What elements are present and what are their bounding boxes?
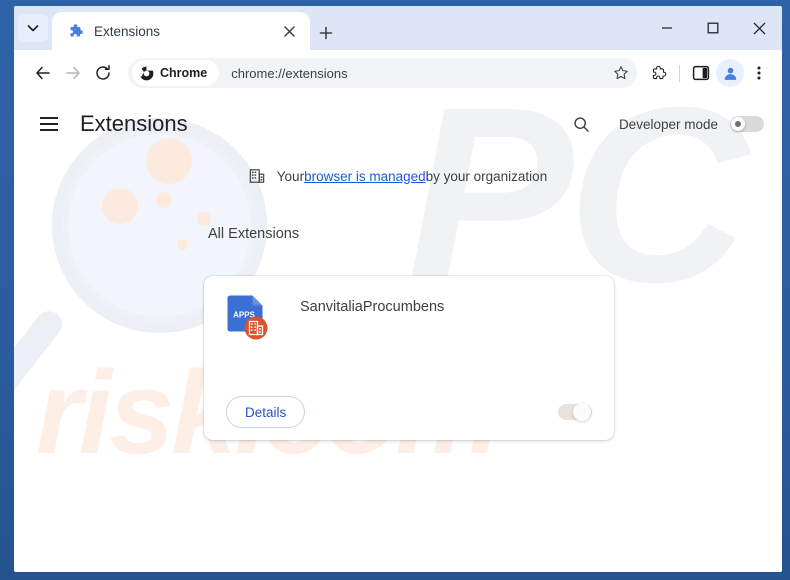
developer-mode-toggle[interactable] — [730, 116, 764, 132]
managed-banner-prefix: Your — [276, 168, 305, 184]
toolbar-separator — [679, 64, 680, 82]
chevron-down-icon — [27, 25, 39, 32]
browser-window: Extensions Chrome chrome://extensions PC… — [0, 0, 790, 580]
hamburger-line — [40, 117, 58, 119]
reload-icon — [96, 64, 110, 80]
managed-banner-link[interactable]: browser is managed — [304, 169, 426, 184]
window-maximize-button[interactable] — [690, 6, 736, 50]
tab-title: Extensions — [94, 23, 161, 39]
avatar-icon — [724, 67, 736, 80]
close-icon — [753, 22, 765, 34]
extension-card-header: APPS SanvitaliaProcumbens — [204, 276, 614, 340]
section-title-all-extensions: All Extensions — [208, 226, 300, 242]
tab-search-button[interactable] — [18, 14, 48, 42]
details-button[interactable]: Details — [226, 396, 306, 428]
window-close-button[interactable] — [736, 6, 782, 50]
extension-card-actions: Details — [204, 384, 614, 440]
omnibox-chrome-chip: Chrome — [132, 60, 220, 86]
arrow-right-icon — [66, 66, 80, 80]
tab-extensions[interactable]: Extensions — [52, 12, 310, 50]
extensions-button[interactable] — [643, 58, 673, 88]
hamburger-line — [40, 123, 58, 125]
extension-name: SanvitaliaProcumbens — [300, 299, 445, 315]
search-extensions-button[interactable] — [567, 109, 597, 139]
browser-window-inner: Extensions Chrome chrome://extensions PC… — [14, 6, 782, 572]
chrome-menu-button[interactable] — [744, 58, 774, 88]
maximize-icon — [707, 22, 719, 34]
extension-icon: APPS — [226, 294, 270, 340]
window-minimize-button[interactable] — [644, 6, 690, 50]
close-icon — [283, 25, 295, 37]
browser-toolbar: Chrome chrome://extensions — [14, 50, 782, 96]
back-button[interactable] — [28, 58, 58, 88]
toggle-knob — [731, 117, 745, 131]
new-tab-button[interactable] — [312, 19, 340, 47]
side-panel-button[interactable] — [686, 58, 716, 88]
side-panel-icon — [692, 65, 710, 81]
hamburger-line — [40, 129, 58, 131]
reload-button[interactable] — [88, 58, 118, 88]
address-bar[interactable]: Chrome chrome://extensions — [128, 58, 637, 88]
tab-close-button[interactable] — [278, 20, 300, 42]
extensions-header-actions: Developer mode — [567, 96, 764, 152]
extension-card[interactable]: APPS SanvitaliaProcumbens Details — [204, 276, 614, 440]
managed-banner: Your browser is managed by your organiza… — [14, 168, 782, 184]
puzzle-icon — [70, 24, 83, 37]
omnibox-url-text: chrome://extensions — [231, 65, 348, 81]
puzzle-icon — [652, 65, 667, 80]
page-title: Extensions — [80, 111, 188, 136]
more-vertical-icon — [757, 66, 761, 80]
plus-icon — [319, 26, 333, 40]
managed-banner-suffix: by your organization — [425, 168, 548, 184]
extensions-page-content: Extensions Developer mode Your browser i… — [14, 96, 782, 572]
profile-button[interactable] — [716, 59, 744, 87]
forward-button[interactable] — [58, 58, 88, 88]
omnibox-chip-label: Chrome — [160, 66, 208, 80]
developer-mode-label: Developer mode — [618, 116, 718, 132]
chrome-logo-icon — [139, 66, 154, 80]
enterprise-badge-icon — [244, 316, 268, 340]
extensions-page: PC risk.com Extensions — [14, 96, 782, 572]
star-icon — [614, 66, 628, 80]
enterprise-building-icon — [249, 169, 265, 183]
window-controls — [644, 6, 782, 50]
tab-strip: Extensions — [14, 6, 782, 50]
minimize-icon — [662, 27, 672, 29]
main-menu-button[interactable] — [32, 107, 66, 141]
extension-enable-toggle[interactable] — [558, 403, 592, 421]
search-icon — [574, 116, 590, 132]
arrow-left-icon — [36, 66, 50, 80]
bookmark-button[interactable] — [608, 60, 634, 86]
toggle-knob — [573, 403, 591, 421]
extensions-header: Extensions Developer mode — [14, 96, 782, 152]
